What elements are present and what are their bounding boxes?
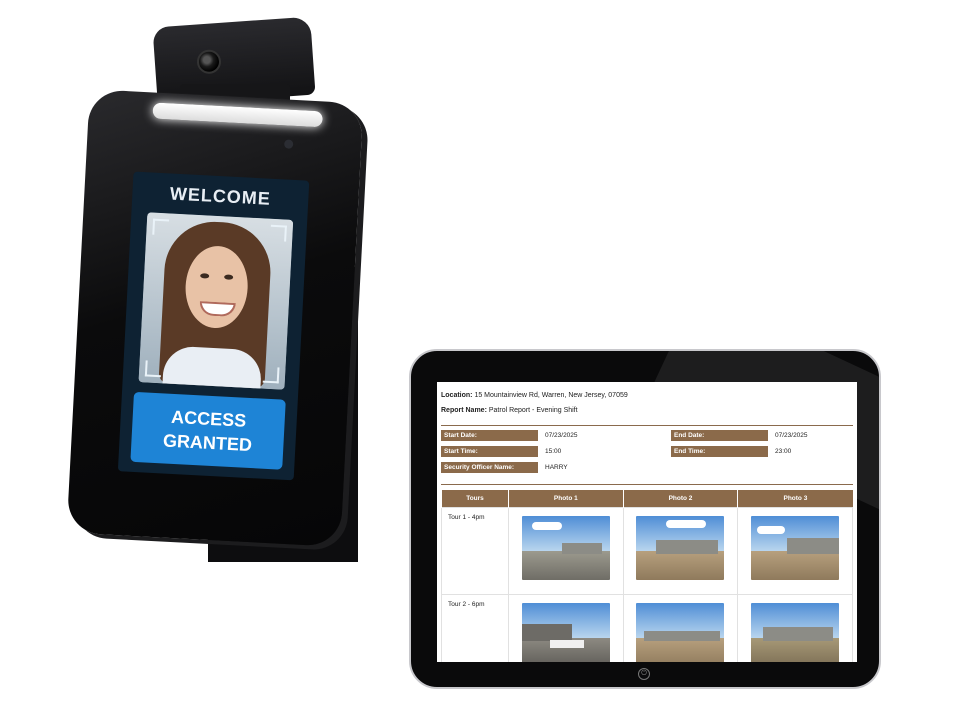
location-line: Location: 15 Mountainview Rd, Warren, Ne…	[441, 392, 628, 399]
sensor-dot	[283, 139, 294, 149]
location-value: 15 Mountainview Rd, Warren, New Jersey, …	[474, 392, 628, 399]
table-header: Photo 1	[508, 490, 624, 508]
start-time-value: 15:00	[545, 448, 562, 455]
site-photo[interactable]	[636, 603, 725, 662]
end-date-label: End Date:	[671, 430, 768, 441]
table-header: Photo 3	[737, 490, 853, 508]
terminal-screen: WELCOME ACCESS GRANTED	[117, 171, 310, 481]
scan-corner-icon	[152, 218, 170, 236]
table-row: Tour 2 - 6pm	[441, 594, 853, 662]
scan-corner-icon	[144, 360, 162, 378]
site-photo[interactable]	[521, 603, 610, 662]
end-date-value: 07/23/2025	[775, 432, 808, 439]
end-time-value: 23:00	[775, 448, 792, 455]
start-time-label: Start Time:	[441, 446, 538, 457]
access-granted-banner: ACCESS GRANTED	[130, 391, 286, 470]
patrol-report-screen: Location: 15 Mountainview Rd, Warren, Ne…	[437, 382, 857, 662]
light-bar	[152, 102, 323, 128]
tour-name: Tour 1 - 4pm	[441, 507, 509, 595]
welcome-text: WELCOME	[169, 183, 272, 209]
divider	[441, 484, 853, 485]
report-name-line: Report Name: Patrol Report - Evening Shi…	[441, 407, 578, 414]
officer-value: HARRY	[545, 464, 568, 471]
divider	[441, 425, 853, 426]
tour-photo-table: Tours Photo 1 Photo 2 Photo 3 Tour 1 - 4…	[441, 490, 853, 662]
scan-corner-icon	[270, 224, 287, 242]
table-header: Tours	[441, 490, 509, 508]
site-photo[interactable]	[636, 516, 725, 580]
power-icon[interactable]: ⏻	[638, 668, 650, 680]
table-header: Photo 2	[622, 490, 738, 508]
table-row: Tour 1 - 4pm	[441, 507, 853, 595]
face-capture-frame	[138, 212, 294, 390]
site-photo[interactable]	[751, 603, 840, 662]
start-date-label: Start Date:	[441, 430, 538, 441]
tablet: Location: 15 Mountainview Rd, Warren, Ne…	[409, 349, 881, 689]
face-recognition-terminal: WELCOME ACCESS GRANTED	[66, 89, 364, 547]
site-photo[interactable]	[751, 516, 840, 580]
tour-name: Tour 2 - 6pm	[441, 594, 509, 662]
report-name-value: Patrol Report - Evening Shift	[488, 407, 578, 414]
scan-corner-icon	[262, 366, 280, 384]
site-photo[interactable]	[521, 516, 610, 580]
officer-label: Security Officer Name:	[441, 462, 538, 473]
camera-lens-icon	[196, 48, 222, 75]
end-time-label: End Time:	[671, 446, 768, 457]
start-date-value: 07/23/2025	[545, 432, 578, 439]
